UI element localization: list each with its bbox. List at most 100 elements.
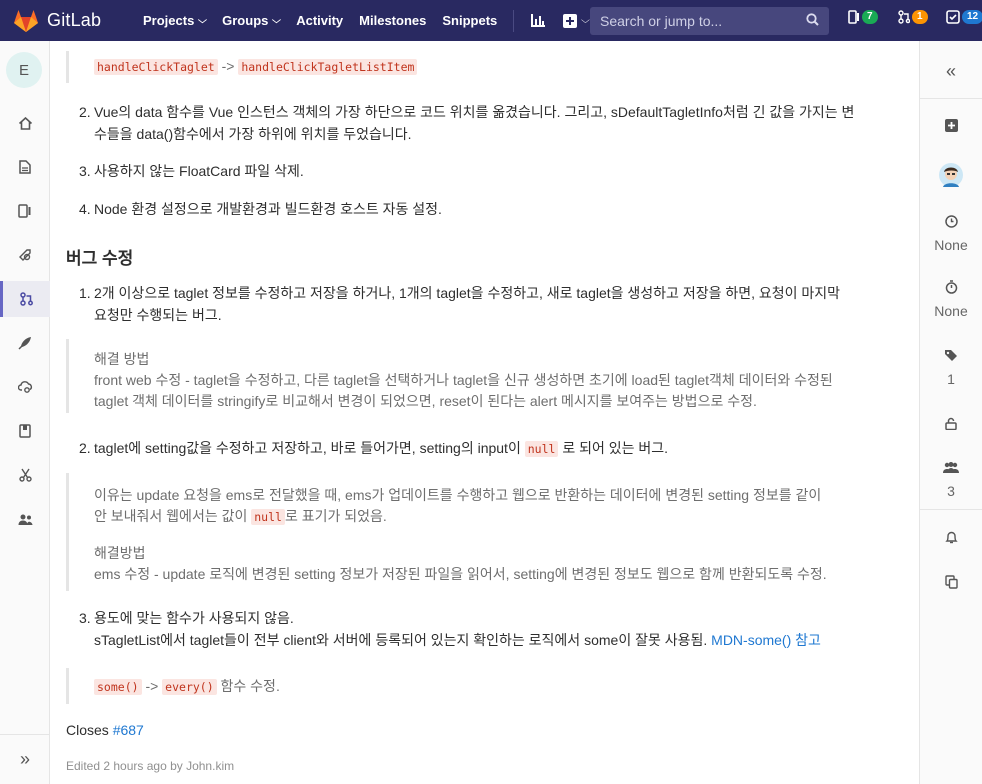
copy-reference-button[interactable] <box>920 575 982 592</box>
sidebar-item-deployments[interactable] <box>0 325 50 361</box>
nav-groups-label: Groups <box>222 13 269 28</box>
blockquote-title: 해결방법 <box>94 545 146 561</box>
mdn-some-link[interactable]: MDN-some() 참고 <box>711 632 821 648</box>
blockquote-text: 안 보내줘서 웹에서는 값이 <box>94 508 248 524</box>
list-item: 1. 2개 이상으로 taglet 정보를 수정하고 저장을 하거나, 1개의 … <box>79 282 894 326</box>
lock-toggle[interactable] <box>920 417 982 433</box>
sidebar-item-issues[interactable] <box>0 193 50 229</box>
copy-icon <box>944 575 958 589</box>
search-input[interactable]: Search or jump to... <box>590 7 829 35</box>
arrow-text: -> <box>145 678 159 694</box>
book-icon <box>19 424 31 438</box>
time-tracking-value: None <box>934 303 968 319</box>
nav-projects[interactable]: Projects ⌵ <box>135 0 214 41</box>
blockquote-text: ems 수정 - update 로직에 변경된 setting 정보가 저장된 … <box>94 566 827 582</box>
edited-info: Edited 2 hours ago by John.kim <box>66 759 235 773</box>
issue-link[interactable]: #687 <box>113 722 144 738</box>
nav-divider <box>513 9 515 32</box>
labels-block[interactable]: 1 <box>920 349 982 387</box>
blockquote-top: handleClickTaglet -> handleClickTagletLi… <box>66 51 418 83</box>
list-number: 3. <box>79 163 91 179</box>
closes-line: Closes #687 <box>66 722 144 738</box>
sidebar-item-merge-requests[interactable] <box>0 281 50 317</box>
list-text: 사용하지 않는 FloatCard 파일 삭제. <box>94 163 304 179</box>
list-text: 수들을 data()함수에서 가장 하위에 위치를 두었습니다. <box>94 126 412 142</box>
bell-icon <box>944 531 958 544</box>
brand-name: GitLab <box>47 10 102 30</box>
double-chevron-right-icon: » <box>19 749 30 769</box>
blockquote: 이유는 update 요청을 ems로 전달했을 때, ems가 업데이트를 수… <box>66 473 856 591</box>
nav-activity[interactable]: Activity <box>288 0 351 41</box>
list-item: 4. Node 환경 설정으로 개발환경과 빌드환경 호스트 자동 설정. <box>79 198 894 220</box>
blockquote-text: 로 표기가 되었음. <box>284 508 387 524</box>
list-text: 로 되어 있는 버그. <box>562 440 669 456</box>
sidebar-item-repository[interactable] <box>0 149 50 185</box>
chevron-down-icon: ⌵ <box>581 15 591 25</box>
todos-count: 12 <box>962 10 982 24</box>
top-navbar: GitLab Projects ⌵ Groups ⌵ Activity Milest… <box>0 0 982 41</box>
sidebar-item-members[interactable] <box>0 501 50 537</box>
inline-code: handleClickTagletListItem <box>238 59 418 75</box>
closes-text: Closes <box>66 722 109 738</box>
list-text: 요청만 수행되는 버그. <box>94 307 222 323</box>
issues-icon <box>848 10 859 24</box>
blockquote-text: 이유는 update 요청을 ems로 전달했을 때, ems가 업데이트를 수… <box>94 487 822 503</box>
assignee-avatar[interactable] <box>920 163 982 190</box>
left-sidebar: E » <box>0 41 50 784</box>
arrow-text: -> <box>221 58 235 74</box>
list-item: 3. 용도에 맞는 함수가 사용되지 않음. sTagletList에서 tag… <box>79 607 904 651</box>
gitlab-brand[interactable]: GitLab <box>13 9 113 33</box>
todo-check-icon <box>946 10 960 24</box>
sidebar-item-wiki[interactable] <box>0 413 50 449</box>
issues-icon <box>18 204 31 218</box>
todos-counter[interactable]: 12 <box>946 10 982 24</box>
sidebar-item-snippets[interactable] <box>0 457 50 493</box>
todo-add-button[interactable] <box>920 119 982 135</box>
rocket-icon <box>18 337 31 350</box>
participants-block[interactable]: 3 <box>920 461 982 499</box>
merge-request-icon <box>898 10 910 24</box>
merge-request-icon <box>20 292 33 306</box>
home-icon <box>18 116 32 130</box>
merge-request-description: handleClickTaglet -> handleClickTagletLi… <box>50 41 919 784</box>
issues-counter[interactable]: 7 <box>848 10 878 24</box>
nav-snippets[interactable]: Snippets <box>434 0 505 41</box>
sidebar-item-operations[interactable] <box>0 369 50 405</box>
merge-requests-counter[interactable]: 1 <box>898 10 928 24</box>
inline-code: handleClickTaglet <box>94 59 218 75</box>
list-item: 2. Vue의 data 함수를 Vue 인스턴스 객체의 가장 하단으로 코드… <box>79 101 894 145</box>
chevron-down-icon: ⌵ <box>198 15 208 25</box>
blockquote-title: 해결 방법 <box>94 351 150 367</box>
inline-code: null <box>251 509 285 525</box>
gitlab-logo-icon <box>14 9 38 32</box>
time-tracking-block[interactable]: None <box>920 280 982 319</box>
collapse-sidebar-button[interactable]: « <box>920 61 982 82</box>
inline-code: every() <box>162 679 217 695</box>
nav-milestones[interactable]: Milestones <box>351 0 434 41</box>
milestone-block[interactable]: None <box>920 215 982 253</box>
project-avatar[interactable]: E <box>6 52 42 88</box>
nav-projects-label: Projects <box>143 13 195 28</box>
list-text: 용도에 맞는 함수가 사용되지 않음. <box>94 610 294 626</box>
sidebar-item-ci-cd[interactable] <box>0 237 50 273</box>
plus-square-icon <box>944 119 958 132</box>
list-text: 2개 이상으로 taglet 정보를 수정하고 저장을 하거나, 1개의 tag… <box>94 285 841 301</box>
mr-count: 1 <box>912 10 928 24</box>
tag-icon <box>944 350 957 361</box>
expand-sidebar-button[interactable]: » <box>0 734 50 784</box>
unlock-icon <box>945 417 957 431</box>
list-number: 2. <box>79 440 91 456</box>
search-placeholder: Search or jump to... <box>600 13 723 29</box>
scissors-icon <box>18 468 32 482</box>
notifications-toggle[interactable] <box>920 531 982 547</box>
chart-icon[interactable] <box>522 0 554 41</box>
divider <box>920 509 982 510</box>
blockquote: some() -> every() 함수 수정. <box>66 668 280 704</box>
inline-code: null <box>524 441 559 457</box>
nav-groups[interactable]: Groups ⌵ <box>214 0 288 41</box>
users-icon <box>943 462 959 473</box>
milestone-value: None <box>934 237 968 253</box>
sidebar-item-overview[interactable] <box>0 105 50 141</box>
rocket-gear-icon <box>19 249 31 261</box>
list-item: 3. 사용하지 않는 FloatCard 파일 삭제. <box>79 160 894 182</box>
